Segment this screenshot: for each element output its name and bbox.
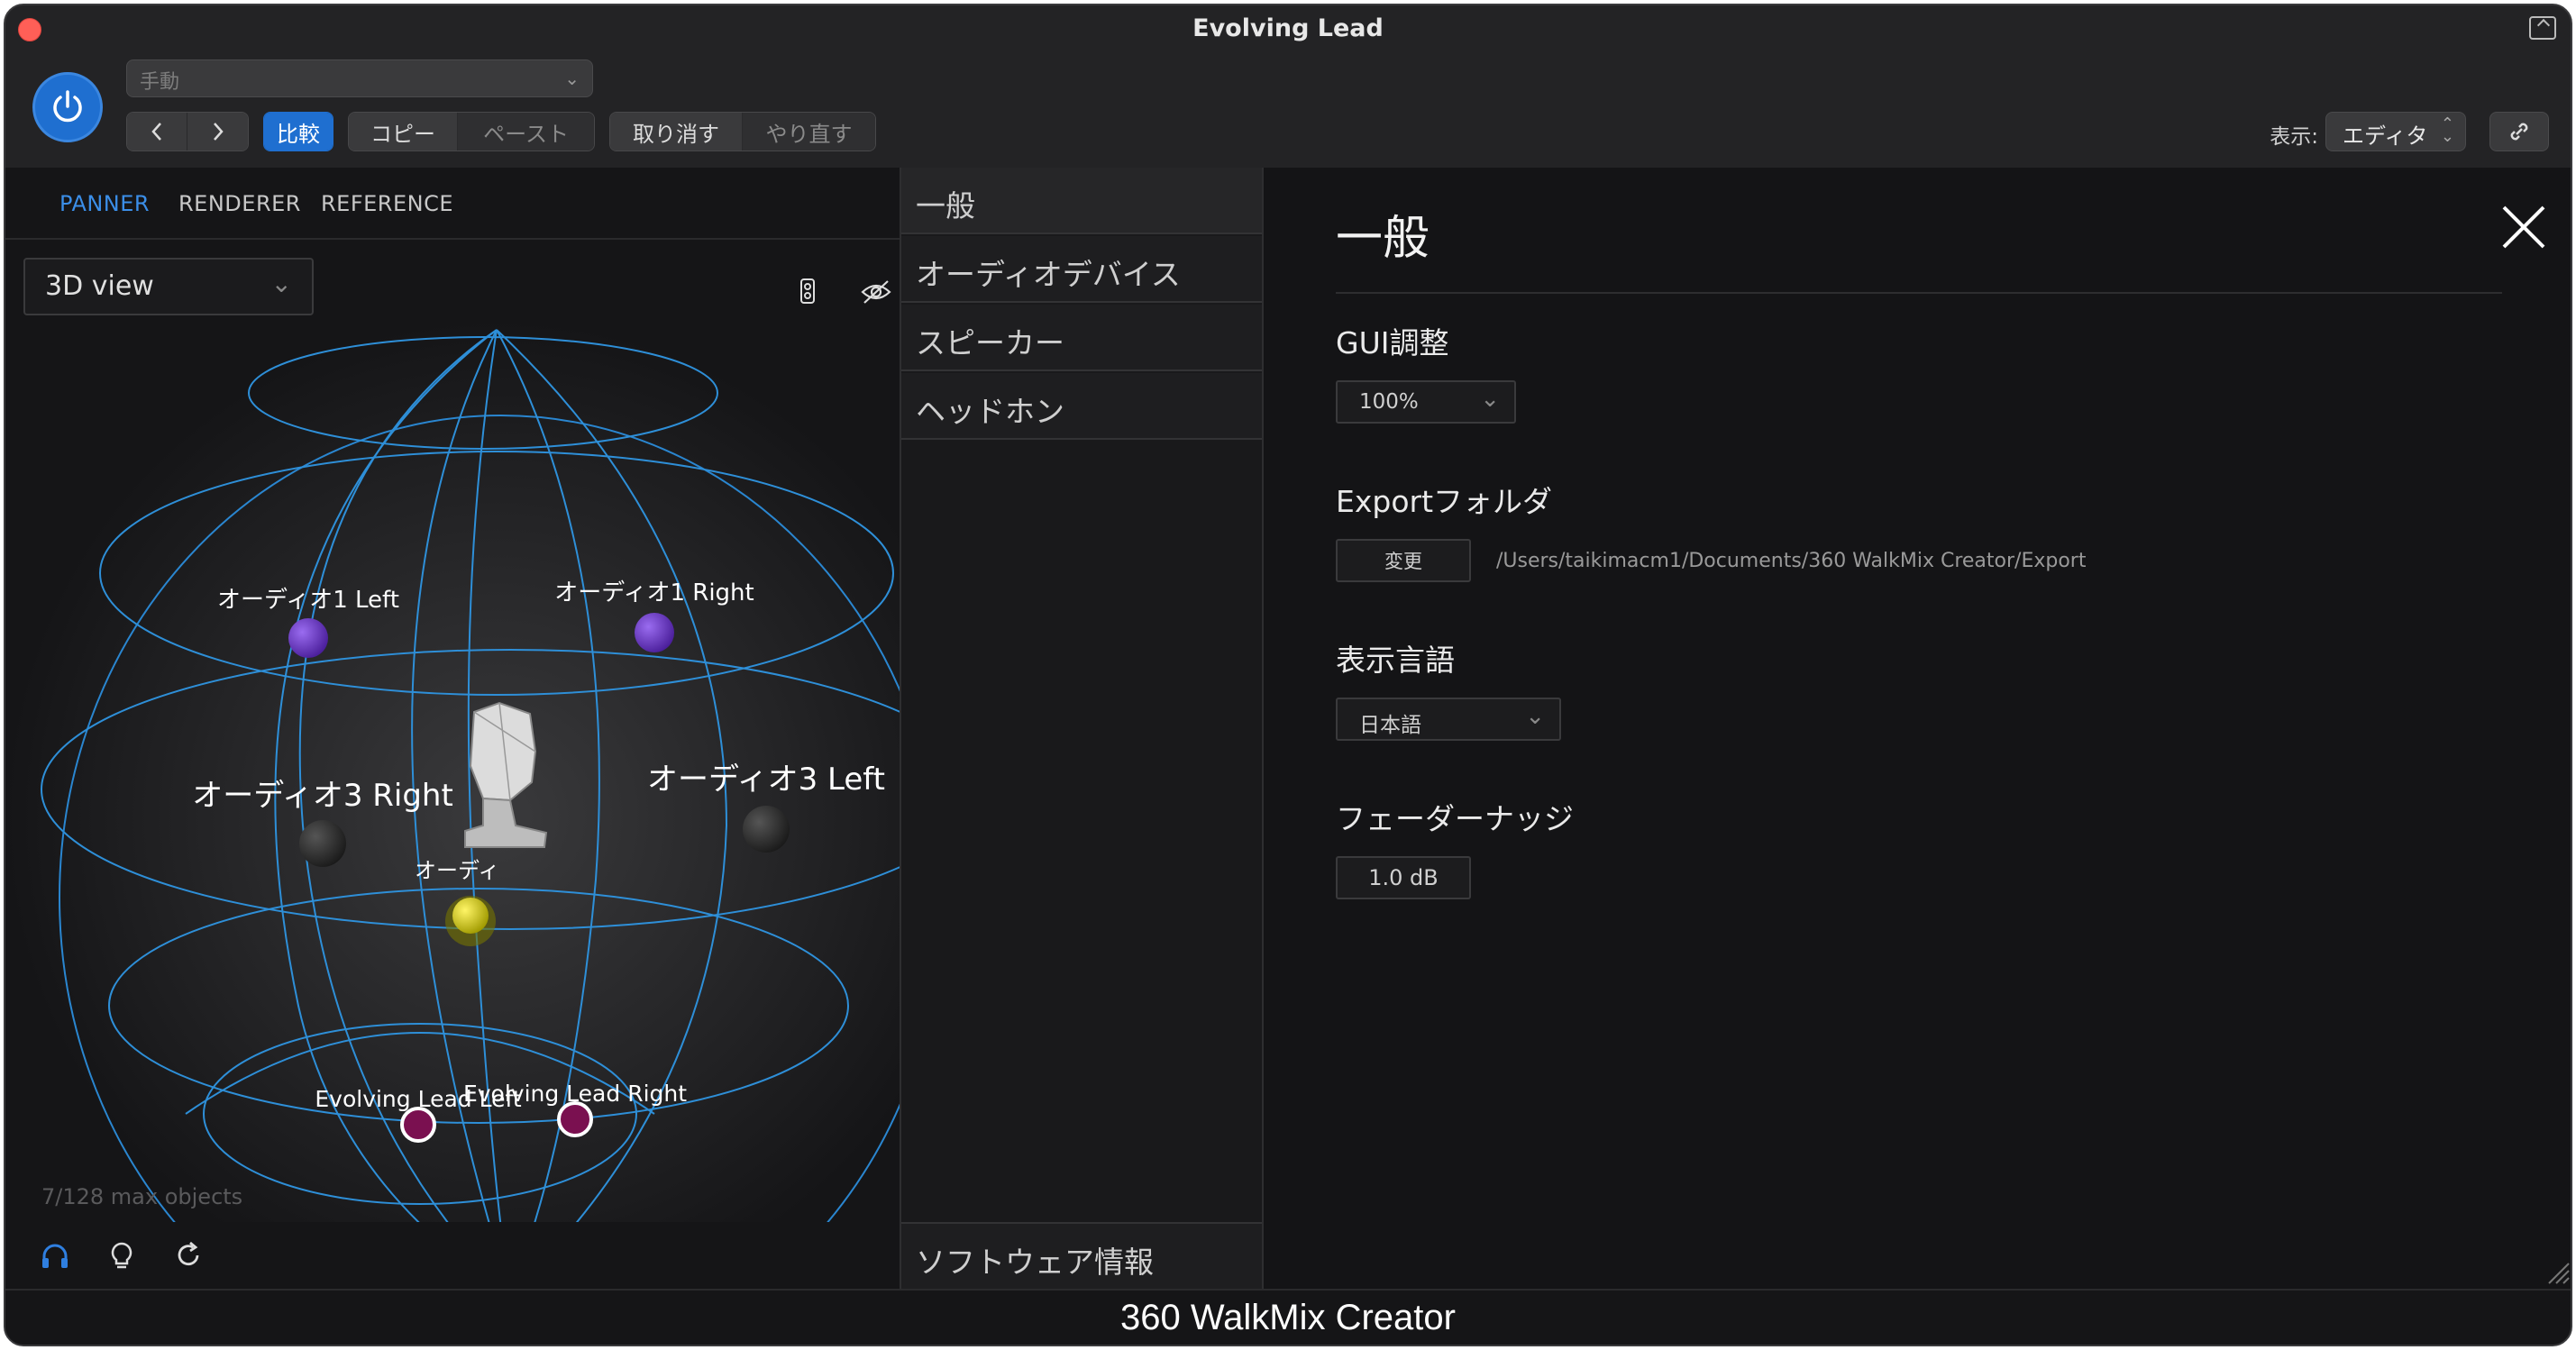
- undo-redo-group: 取り消す やり直す: [609, 112, 876, 151]
- power-button[interactable]: [32, 72, 103, 142]
- export-folder-title: Exportフォルダ: [1336, 484, 1553, 519]
- titlebar: Evolving Lead: [5, 5, 2571, 56]
- plugin-window: Evolving Lead 手動 ⌄ 比較 コピー ペースト 取り消す やり直す…: [4, 4, 2572, 1346]
- tab-reference[interactable]: REFERENCE: [321, 191, 453, 216]
- prev-preset-button[interactable]: [127, 113, 187, 151]
- paste-button[interactable]: ペースト: [458, 113, 594, 151]
- chevron-down-icon: ⌄: [564, 68, 580, 89]
- settings-panel: 一般 GUI調整 100% ⌄ Exportフォルダ 変更 /Users/tai…: [1264, 168, 2571, 1289]
- next-preset-button[interactable]: [187, 113, 248, 151]
- copy-paste-group: コピー ペースト: [348, 112, 595, 151]
- view-value: エディタ: [2343, 123, 2428, 149]
- export-icon[interactable]: [2529, 16, 2556, 40]
- change-folder-button[interactable]: 変更: [1336, 539, 1471, 582]
- layers-icon[interactable]: [799, 278, 817, 305]
- lightbulb-icon[interactable]: [106, 1240, 137, 1271]
- nav-item-headphones[interactable]: ヘッドホン: [901, 373, 1262, 440]
- view-mode-value: 3D view: [45, 270, 154, 302]
- tab-panner[interactable]: PANNER: [59, 191, 150, 216]
- chevron-left-icon: [151, 123, 161, 141]
- export-path: /Users/taikimacm1/Documents/360 WalkMix …: [1496, 550, 2087, 572]
- link-icon: [2510, 123, 2528, 141]
- gui-scale-title: GUI調整: [1336, 325, 1449, 360]
- view-label: 表示:: [2270, 125, 2318, 149]
- copy-button[interactable]: コピー: [349, 113, 459, 151]
- headphones-icon[interactable]: [40, 1240, 70, 1271]
- power-icon: [53, 90, 82, 123]
- resize-grip-icon[interactable]: [2544, 1258, 2571, 1285]
- settings-nav: 一般 オーディオデバイス スピーカー ヘッドホン ソフトウェア情報: [900, 168, 1264, 1289]
- redo-button[interactable]: やり直す: [743, 113, 875, 151]
- refresh-icon[interactable]: [173, 1240, 204, 1271]
- nav-item-speaker[interactable]: スピーカー: [901, 305, 1262, 371]
- panner-panel: PANNER RENDERER REFERENCE 3D view ⌄ オーディ…: [5, 168, 900, 1289]
- nav-item-audio-device[interactable]: オーディオデバイス: [901, 236, 1262, 303]
- view-mode-dropdown[interactable]: 3D view ⌄: [23, 258, 314, 315]
- object-label: オーディオ3 Left: [647, 762, 885, 798]
- fader-nudge-input[interactable]: 1.0 dB: [1336, 856, 1471, 899]
- object-count: 7/128 max objects: [41, 1184, 243, 1209]
- product-footer: 360 WalkMix Creator: [5, 1289, 2571, 1345]
- tab-renderer[interactable]: RENDERER: [178, 191, 301, 216]
- chevron-right-icon: [213, 123, 224, 141]
- panel-tabs: PANNER RENDERER REFERENCE: [5, 168, 900, 240]
- gui-scale-value: 100%: [1359, 390, 1419, 414]
- compare-group: 比較: [263, 112, 333, 151]
- nav-item-general[interactable]: 一般: [901, 168, 1262, 234]
- view-select[interactable]: エディタ ⌃ ⌄: [2325, 112, 2466, 151]
- updown-chevron-icon: ⌃ ⌄: [2440, 114, 2454, 146]
- gui-scale-dropdown[interactable]: 100% ⌄: [1336, 380, 1516, 424]
- 3d-sphere-view[interactable]: オーディオ1 Left オーディオ1 Right オーディオ3 Right オー…: [5, 321, 900, 1222]
- bottom-toolbar: [40, 1240, 204, 1271]
- object-label: オーディオ1 Right: [554, 579, 754, 607]
- nav-group: [126, 112, 249, 151]
- preset-select[interactable]: 手動 ⌄: [126, 59, 593, 97]
- eye-hidden-icon[interactable]: [860, 279, 892, 305]
- chevron-down-icon: ⌄: [1525, 703, 1545, 730]
- divider: [1336, 292, 2502, 294]
- link-button[interactable]: [2489, 112, 2549, 151]
- undo-button[interactable]: 取り消す: [610, 113, 743, 151]
- nav-item-software-info[interactable]: ソフトウェア情報: [901, 1222, 1262, 1289]
- preset-value: 手動: [140, 71, 180, 94]
- compare-button[interactable]: 比較: [264, 113, 333, 151]
- language-value: 日本語: [1359, 714, 1421, 737]
- object-label: オーディオ1 Left: [217, 587, 399, 614]
- chevron-down-icon: ⌄: [1480, 386, 1500, 413]
- object-label: オーディオ3 Right: [192, 778, 453, 814]
- chevron-down-icon: ⌄: [270, 269, 292, 298]
- object-label: Evolving Lead Right: [463, 1081, 687, 1107]
- fader-nudge-title: フェーダーナッジ: [1336, 801, 1574, 836]
- window-title: Evolving Lead: [1192, 14, 1384, 42]
- language-dropdown[interactable]: 日本語 ⌄: [1336, 698, 1561, 741]
- language-title: 表示言語: [1336, 643, 1455, 678]
- page-title: 一般: [1336, 212, 1430, 266]
- object-label: オーディ: [415, 858, 499, 883]
- close-icon[interactable]: [2500, 204, 2547, 251]
